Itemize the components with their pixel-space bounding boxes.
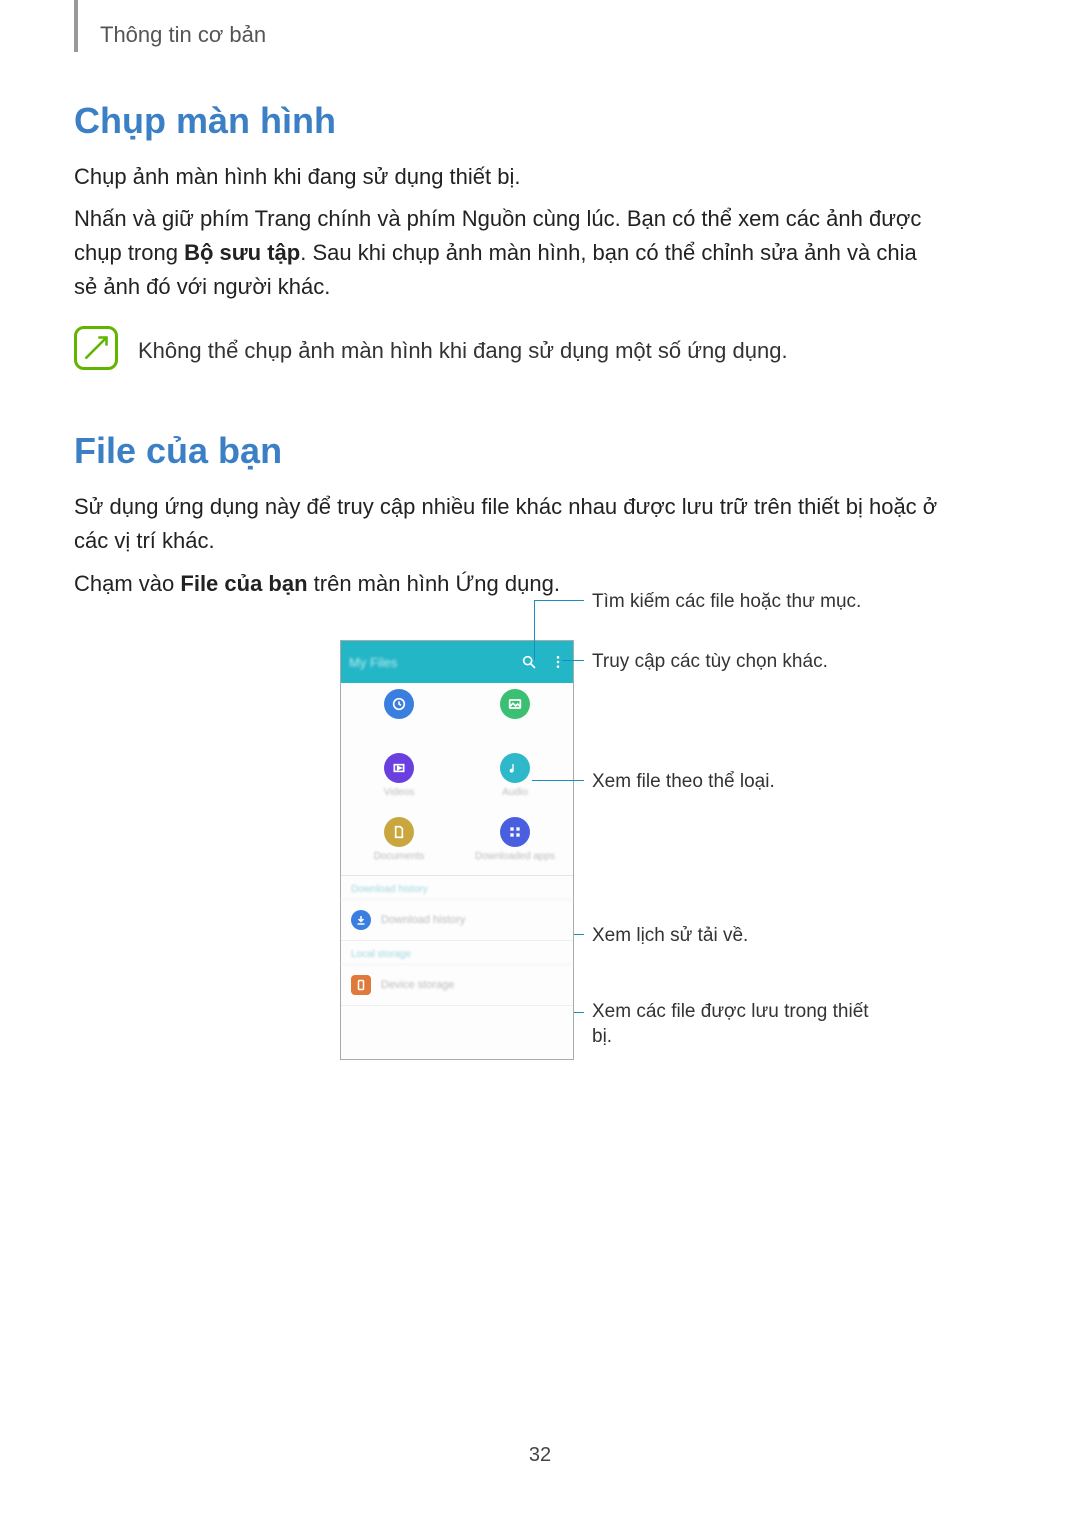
note-row: Không thể chụp ảnh màn hình khi đang sử … [74,326,944,370]
callout-line [532,780,584,781]
breadcrumb: Thông tin cơ bản [100,22,266,48]
cat-audio[interactable]: Audio [457,747,573,811]
figure: My Files Videos [340,580,980,1060]
callout-search: Tìm kiếm các file hoặc thư mục. [592,590,882,615]
music-icon [500,753,530,783]
row-device-label: Device storage [381,979,454,991]
apps-icon [500,817,530,847]
header-accent-bar [74,0,78,52]
cat-documents[interactable]: Documents [341,811,457,875]
callout-line [574,934,584,935]
cat-apps-label: Downloaded apps [475,851,555,862]
cat-images[interactable] [457,683,573,747]
section-download-history: Download history [341,876,573,900]
para-4-bold: File của bạn [180,571,307,596]
video-icon [384,753,414,783]
callout-line [574,1012,584,1013]
para-2-bold: Bộ sưu tập [184,240,300,265]
callout-line [562,660,584,661]
heading-files: File của bạn [74,430,944,472]
page-content: Chụp màn hình Chụp ảnh màn hình khi đang… [74,100,944,609]
para-4a: Chạm vào [74,571,180,596]
callout-download: Xem lịch sử tải về. [592,924,882,949]
document-icon [384,817,414,847]
page-number: 32 [0,1444,1080,1467]
heading-screenshot: Chụp màn hình [74,100,944,142]
cat-docs-label: Documents [374,851,425,862]
note-text: Không thể chụp ảnh màn hình khi đang sử … [138,326,788,367]
cat-recent[interactable] [341,683,457,747]
callout-more: Truy cập các tùy chọn khác. [592,650,882,675]
app-bar: My Files [341,641,573,683]
note-icon [74,326,118,370]
download-icon [351,910,371,930]
app-title: My Files [349,655,397,670]
cat-downloaded-apps[interactable]: Downloaded apps [457,811,573,875]
callout-category: Xem file theo thể loại. [592,770,882,795]
row-download-history[interactable]: Download history [341,900,573,941]
cat-videos[interactable]: Videos [341,747,457,811]
more-icon[interactable] [551,654,565,670]
image-icon [500,689,530,719]
para-2: Nhấn và giữ phím Trang chính và phím Ngu… [74,202,944,304]
phone-mock: My Files Videos [340,640,574,1060]
para-3: Sử dụng ứng dụng này để truy cập nhiều f… [74,490,944,558]
cat-videos-label: Videos [384,787,414,798]
section-local-storage: Local storage [341,941,573,965]
app-bar-icons [521,654,565,670]
device-icon [351,975,371,995]
row-download-label: Download history [381,914,465,926]
row-device-storage[interactable]: Device storage [341,965,573,1006]
callout-line [534,600,584,601]
callout-line [534,600,535,660]
cat-audio-label: Audio [502,787,528,798]
clock-icon [384,689,414,719]
callout-device: Xem các file được lưu trong thiết bị. [592,1000,882,1049]
para-1: Chụp ảnh màn hình khi đang sử dụng thiết… [74,160,944,194]
